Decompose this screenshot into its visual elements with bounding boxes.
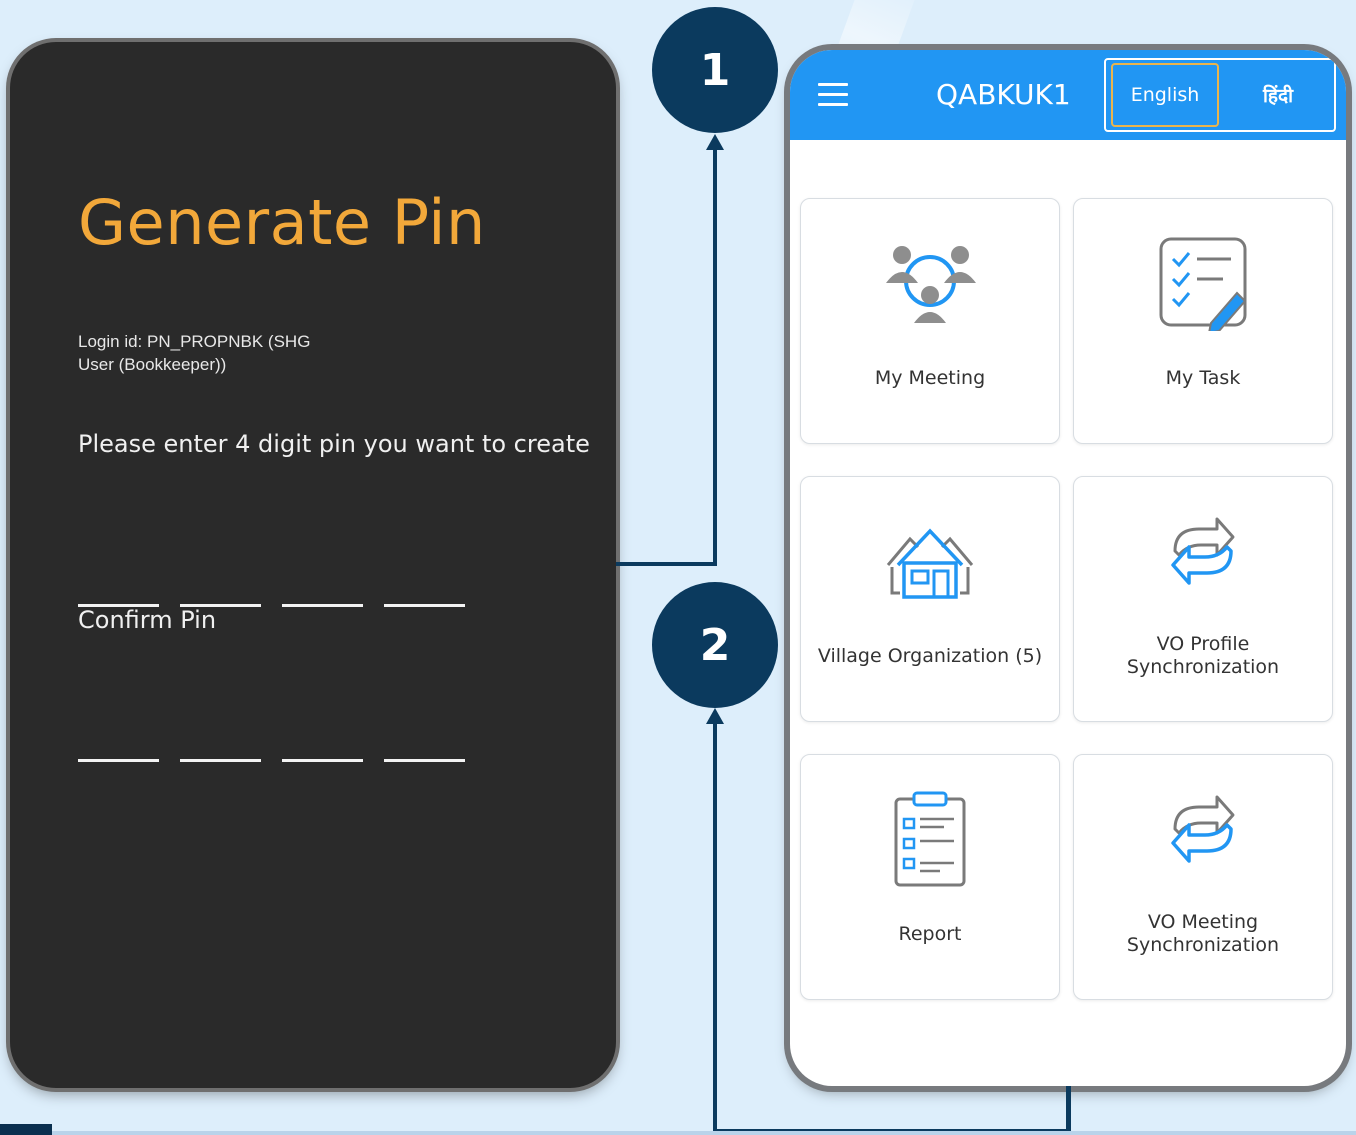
tile-label-line-1: VO Profile (1156, 633, 1250, 655)
connector-step2-riser (1066, 1086, 1071, 1133)
tile-vo-profile-sync[interactable]: VO Profile Synchronization (1073, 476, 1333, 722)
language-toggle: English हिंदी (1104, 58, 1336, 132)
tile-my-task[interactable]: My Task (1073, 198, 1333, 444)
hamburger-menu-icon[interactable] (818, 83, 848, 107)
pin-digit-2-input[interactable] (180, 570, 261, 607)
tile-my-meeting[interactable]: My Meeting (800, 198, 1060, 444)
pin-digit-1-input[interactable] (78, 570, 159, 607)
language-hindi-button[interactable]: हिंदी (1234, 63, 1322, 127)
connector-step1-horizontal (616, 562, 717, 566)
arrow-up-icon (706, 708, 724, 724)
corner-mark (0, 1124, 52, 1135)
confirm-pin-digit-2-input[interactable] (180, 725, 261, 762)
login-id-line-1: Login id: PN_PROPNBK (SHG (78, 332, 311, 351)
tile-label-line-2: Synchronization (1126, 934, 1280, 956)
confirm-pin-digit-4-input[interactable] (384, 725, 465, 762)
generate-pin-screen: Generate Pin Login id: PN_PROPNBK (SHG U… (10, 42, 616, 1088)
report-clipboard-icon (890, 791, 970, 891)
pin-digit-4-input[interactable] (384, 570, 465, 607)
home-dashboard-screen: QABKUK1 English हिंदी My Meeting My Task… (790, 50, 1346, 1086)
sync-icon (1163, 789, 1243, 873)
bottom-divider (0, 1131, 1356, 1135)
pin-prompt-label: Please enter 4 digit pin you want to cre… (78, 430, 590, 458)
sync-icon (1163, 511, 1243, 595)
app-bar: QABKUK1 English हिंदी (790, 50, 1346, 140)
tile-label: Village Organization (5) (817, 645, 1043, 667)
tile-label-line-2: Synchronization (1126, 656, 1280, 678)
tile-label: My Meeting (874, 367, 986, 389)
pin-input-group (78, 570, 465, 607)
arrow-up-icon (706, 134, 724, 150)
village-house-icon (880, 525, 980, 609)
pin-digit-3-input[interactable] (282, 570, 363, 607)
app-title: QABKUK1 (936, 78, 1071, 111)
connector-step2-vertical (713, 722, 717, 1135)
tile-report[interactable]: Report (800, 754, 1060, 1000)
meeting-icon (880, 239, 980, 333)
connector-step1-vertical (713, 148, 717, 566)
login-id-line-2: User (Bookkeeper)) (78, 355, 227, 374)
language-english-button[interactable]: English (1111, 63, 1219, 127)
step-2-badge: 2 (652, 582, 778, 708)
tile-label: My Task (1165, 367, 1241, 389)
tile-label: VO Meeting Synchronization (1084, 911, 1322, 957)
confirm-pin-label: Confirm Pin (78, 606, 217, 634)
page-title: Generate Pin (78, 186, 486, 259)
step-1-badge: 1 (652, 7, 778, 133)
confirm-pin-digit-1-input[interactable] (78, 725, 159, 762)
tile-label-line-1: VO Meeting (1147, 911, 1259, 933)
login-id-text: Login id: PN_PROPNBK (SHG User (Bookkeep… (78, 330, 378, 376)
tile-village-organization[interactable]: Village Organization (5) (800, 476, 1060, 722)
confirm-pin-digit-3-input[interactable] (282, 725, 363, 762)
task-checklist-icon (1153, 235, 1253, 335)
tile-label: Report (898, 923, 962, 945)
confirm-pin-input-group (78, 725, 465, 762)
tile-vo-meeting-sync[interactable]: VO Meeting Synchronization (1073, 754, 1333, 1000)
tile-label: VO Profile Synchronization (1084, 633, 1322, 679)
